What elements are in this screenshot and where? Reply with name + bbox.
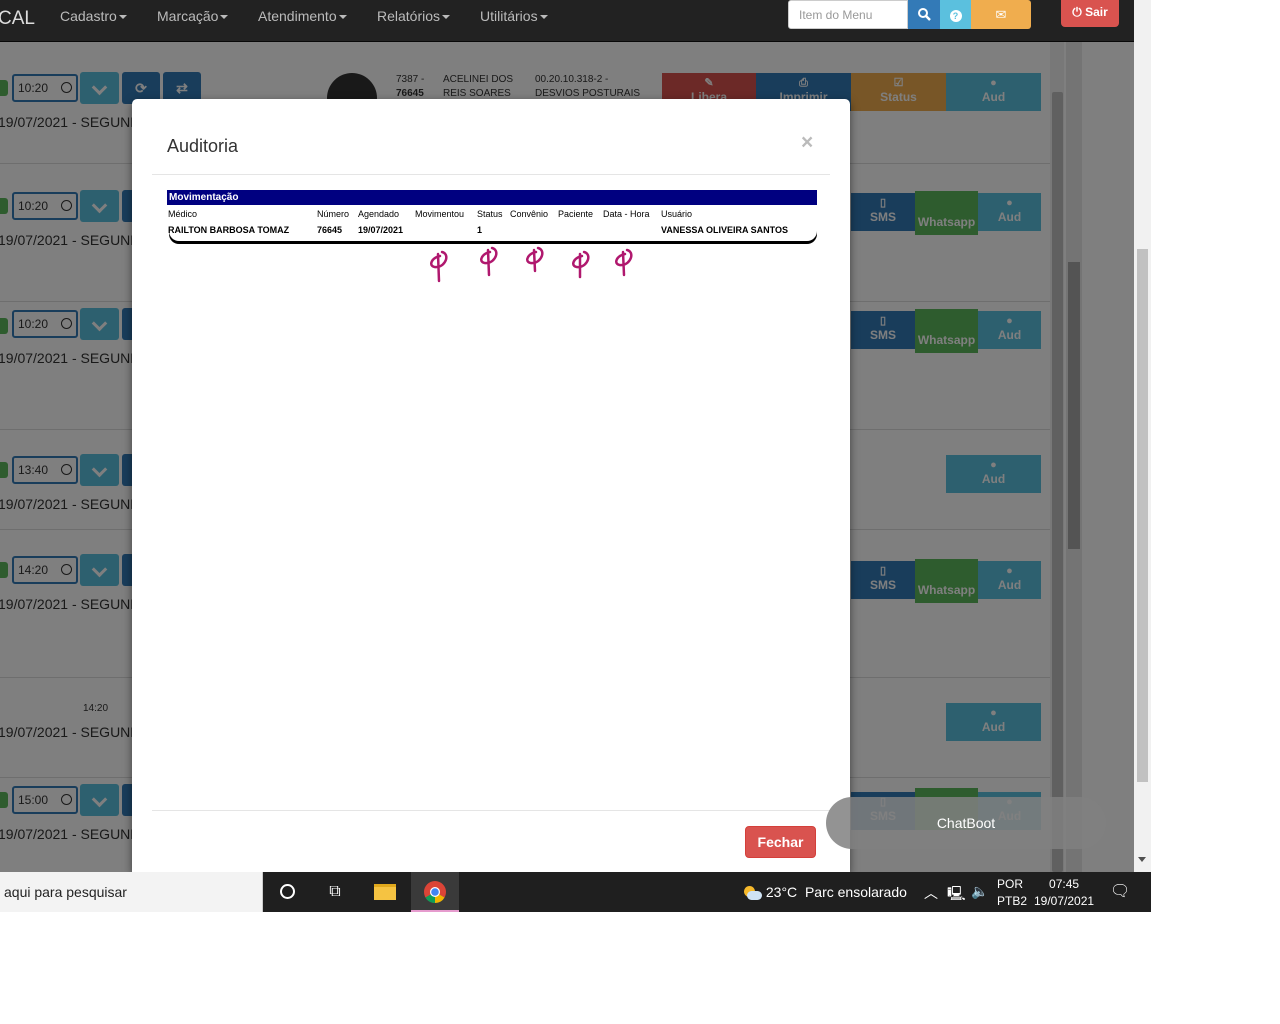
cortana-icon[interactable] bbox=[263, 872, 311, 912]
tray-chevron-up-icon[interactable]: ︿ bbox=[924, 883, 938, 903]
modal-title: Auditoria bbox=[167, 136, 239, 156]
col-convenio: Convênio bbox=[510, 209, 549, 219]
cell-numero: 76645 bbox=[317, 225, 343, 235]
modal-footer-divider bbox=[152, 810, 830, 811]
clock[interactable]: 07:45 19/07/2021 bbox=[1034, 876, 1094, 910]
close-icon[interactable]: × bbox=[801, 131, 813, 155]
volume-icon[interactable]: 🔈 bbox=[971, 883, 988, 900]
taskbar-search[interactable]: aqui para pesquisar bbox=[0, 872, 263, 912]
movimentacao-table: Movimentação Médico Número Agendado Movi… bbox=[167, 190, 817, 244]
notification-icon[interactable]: 🗨 bbox=[1110, 881, 1130, 901]
col-paciente: Paciente bbox=[558, 209, 594, 219]
weather-temp: 23°C bbox=[765, 884, 798, 900]
cell-usuario: VANESSA OLIVEIRA SANTOS bbox=[661, 225, 789, 235]
network-icon[interactable]: 🖳 bbox=[947, 883, 966, 907]
col-status: Status bbox=[477, 209, 503, 219]
navbar-dim bbox=[0, 0, 1151, 42]
scroll-down-arrow-icon[interactable] bbox=[1138, 857, 1146, 862]
partly-sunny-icon bbox=[742, 886, 762, 901]
fechar-button[interactable]: Fechar bbox=[745, 826, 816, 858]
cell-medico: RAILTON BARBOSA TOMAZ bbox=[168, 225, 290, 235]
chrome-taskbar-button[interactable] bbox=[411, 872, 459, 912]
col-movimentou: Movimentou bbox=[415, 209, 465, 219]
language-indicator[interactable]: POR PTB2 bbox=[997, 876, 1027, 910]
col-usuario: Usuário bbox=[661, 209, 693, 219]
table-section-title: Movimentação bbox=[167, 190, 817, 205]
cell-agendado: 19/07/2021 bbox=[358, 225, 404, 235]
handwritten-annotation bbox=[430, 246, 633, 283]
col-data-hora: Data - Hora bbox=[603, 209, 650, 219]
weather-widget[interactable]: 23°C Parc ensolarado bbox=[742, 884, 907, 901]
col-medico: Médico bbox=[168, 209, 198, 219]
col-numero: Número bbox=[317, 209, 350, 219]
task-view-icon[interactable]: ⧉ bbox=[311, 872, 359, 912]
chatboot-button[interactable]: ChatBoot bbox=[826, 797, 1106, 849]
cell-status: 1 bbox=[477, 225, 483, 235]
weather-desc: Parc ensolarado bbox=[804, 884, 907, 900]
file-explorer-icon[interactable] bbox=[361, 872, 409, 912]
col-agendado: Agendado bbox=[358, 209, 400, 219]
window-scrollbar-thumb[interactable] bbox=[1137, 249, 1148, 782]
auditoria-modal: Auditoria × Movimentação Médico Número A… bbox=[132, 99, 850, 872]
windows-taskbar: aqui para pesquisar ⧉ 23°C Parc ensolara… bbox=[0, 872, 1151, 912]
chrome-icon bbox=[424, 881, 446, 903]
modal-header-divider bbox=[152, 174, 830, 175]
screen: 10:20 ⟳ ⇄ 19/07/2021 - SEGUND 7387 -7664… bbox=[0, 0, 1151, 912]
